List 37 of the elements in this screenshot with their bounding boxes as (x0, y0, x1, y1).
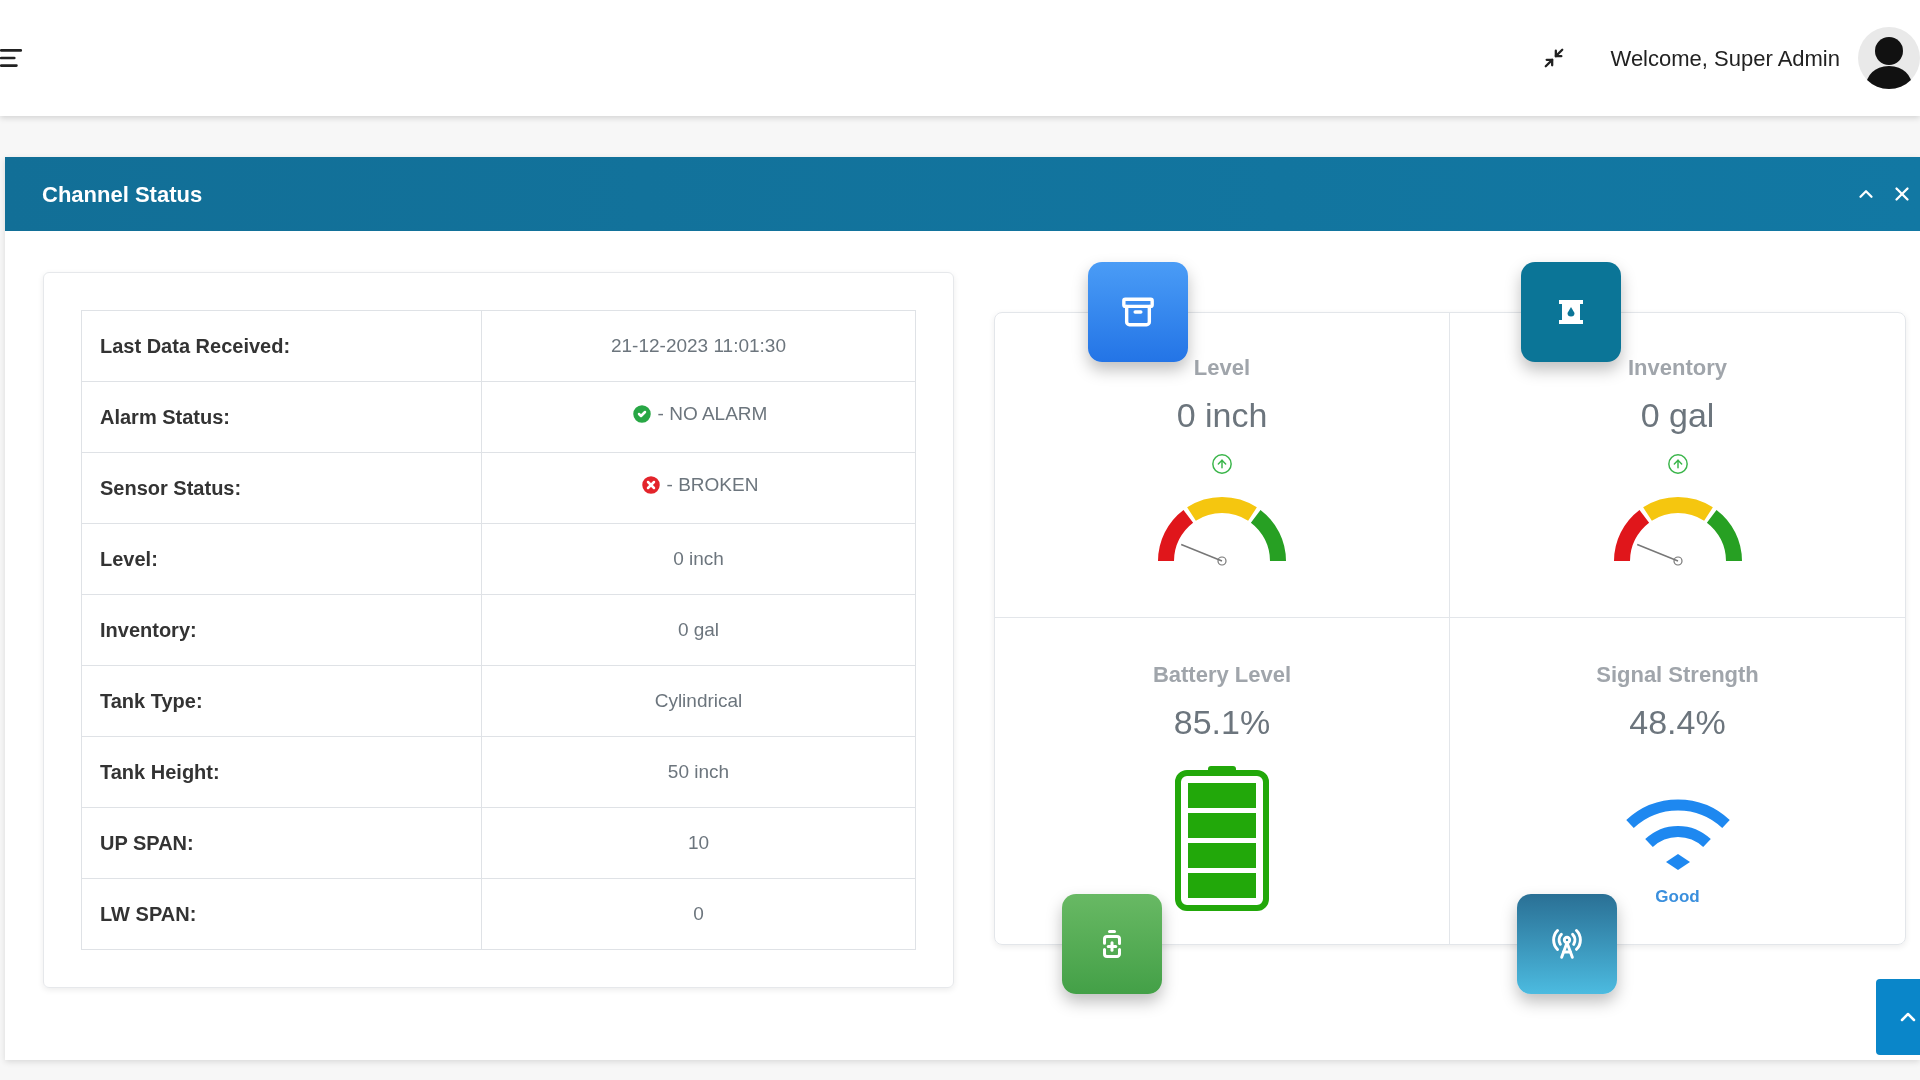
tile-title: Battery Level (1152, 661, 1292, 689)
collapse-icon[interactable] (1542, 47, 1565, 69)
tile-value: 48.4% (1629, 702, 1726, 743)
detail-label: Level: (81, 523, 482, 595)
detail-label: Last Data Received: (81, 310, 482, 382)
detail-label: Tank Type: (81, 665, 482, 737)
detail-value: 50 inch (481, 736, 916, 808)
arrow-up-icon (1666, 453, 1689, 475)
detail-value: 21-12-2023 11:01:30 (481, 310, 916, 382)
detail-value: - NO ALARM (481, 381, 916, 453)
detail-label: Sensor Status: (81, 452, 482, 524)
detail-label: Inventory: (81, 594, 482, 666)
tower-tile-icon (1517, 894, 1617, 994)
battery-icon (1174, 766, 1270, 912)
barrel-tile-icon (1521, 262, 1621, 362)
level-tile-icon (1088, 262, 1188, 362)
tile-title: Inventory (1628, 354, 1727, 382)
tile-title: Level (1193, 354, 1251, 382)
signal-caption: Good (1655, 886, 1700, 908)
tile-value: 0 gal (1640, 395, 1715, 436)
detail-label: UP SPAN: (81, 807, 482, 879)
detail-label: Tank Height: (81, 736, 482, 808)
detail-label: Alarm Status: (81, 381, 482, 453)
detail-label: LW SPAN: (81, 878, 482, 950)
arrow-up-icon (1211, 453, 1233, 475)
detail-value: - BROKEN (481, 452, 916, 524)
detail-value: 10 (481, 807, 916, 879)
detail-value: 0 inch (481, 523, 916, 595)
panel-title: Channel Status (42, 180, 204, 209)
tile-title: Signal Strength (1596, 661, 1759, 689)
tile-value: 0 inch (1176, 395, 1268, 436)
battery-tile-icon (1062, 894, 1162, 994)
detail-value: Cylindrical (481, 665, 916, 737)
detail-value: 0 gal (481, 594, 916, 666)
tile-value: 85.1% (1173, 702, 1271, 743)
welcome-text: Welcome, Super Admin (1610, 44, 1840, 73)
detail-value: 0 (481, 878, 916, 950)
